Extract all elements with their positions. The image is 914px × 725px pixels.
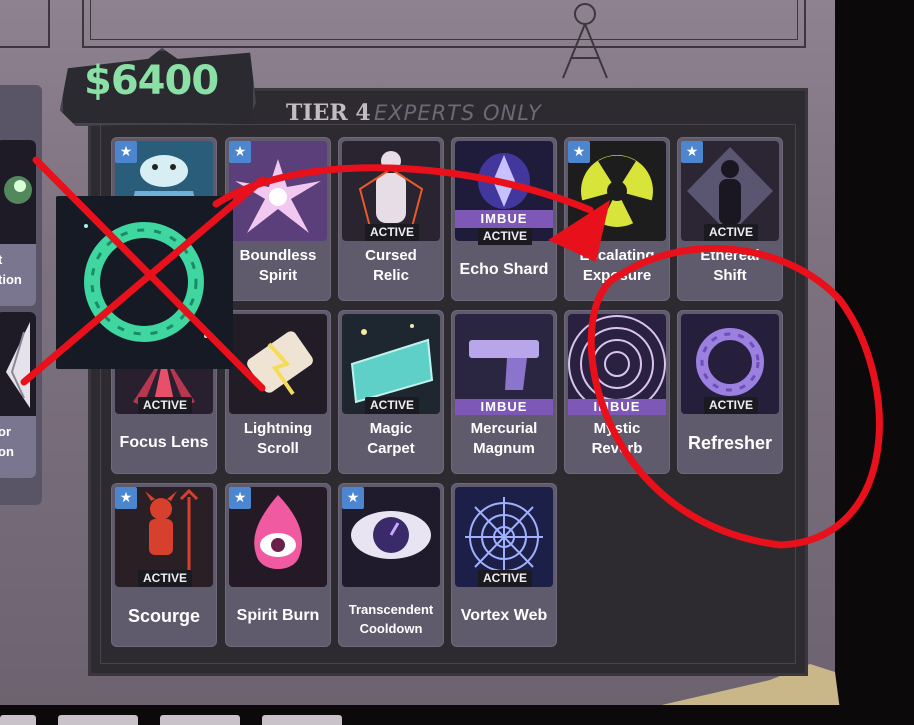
star-icon: ★ xyxy=(229,487,251,509)
crossed-out-ouroboros-image xyxy=(56,196,233,369)
corner-frame xyxy=(0,0,50,48)
price-value: $6400 xyxy=(84,58,219,104)
item-card-magic-carpet[interactable]: ACTIVE Magic Carpet xyxy=(338,310,444,474)
item-card-lightning-scroll[interactable]: Lightning Scroll xyxy=(225,310,331,474)
bottom-tab[interactable] xyxy=(58,715,138,725)
item-name: Echo Shard xyxy=(459,261,549,278)
item-name-line1: Transcendent xyxy=(348,602,434,617)
star-icon: ★ xyxy=(681,141,703,163)
item-name-line1: Lightning xyxy=(243,420,313,437)
item-card-refresher[interactable]: ACTIVE Refresher xyxy=(677,310,783,474)
item-name-line2: Magnum xyxy=(473,440,535,457)
item-card-transcendent-cooldown[interactable]: ★ Transcendent Cooldown xyxy=(338,483,444,647)
item-card-mystic-reverb[interactable]: IMBUE Mystic Reverb xyxy=(564,310,670,474)
left-card-2-line1: or xyxy=(0,424,11,439)
item-card-scourge[interactable]: ★ ACTIVE Scourge xyxy=(111,483,217,647)
item-name-line1: Mystic xyxy=(593,420,641,437)
item-card-escalating-exposure[interactable]: ★ Escalating Exposure xyxy=(564,137,670,301)
item-name-line1: Ethereal xyxy=(700,247,760,264)
item-card-boundless-spirit[interactable]: ★ Boundless Spirit xyxy=(225,137,331,301)
compass-icon xyxy=(562,3,608,79)
item-card-vortex-web[interactable]: ACTIVE Vortex Web xyxy=(451,483,557,647)
item-card-mercurial-magnum[interactable]: IMBUE Mercurial Magnum xyxy=(451,310,557,474)
item-name: Vortex Web xyxy=(460,607,548,624)
active-tag: ACTIVE xyxy=(365,224,419,241)
active-tag: ACTIVE xyxy=(138,397,192,414)
item-name: Refresher xyxy=(687,433,773,453)
tier-subtitle: EXPERTS ONLY xyxy=(374,101,542,125)
item-name-line1: Mercurial xyxy=(470,420,538,437)
active-tag: ACTIVE xyxy=(138,570,192,587)
active-tag: ACTIVE xyxy=(365,397,419,414)
bottom-tab[interactable] xyxy=(160,715,240,725)
active-tag: ACTIVE xyxy=(478,570,532,587)
imbue-tag: IMBUE xyxy=(568,399,666,415)
white-wing-icon xyxy=(0,312,36,416)
item-name: Spirit Burn xyxy=(236,607,320,624)
item-name-line2: Cooldown xyxy=(359,621,423,636)
item-name-line1: Cursed xyxy=(365,247,417,264)
item-name: Focus Lens xyxy=(119,434,209,451)
left-partial-card-2[interactable]: or on xyxy=(0,312,36,478)
active-tag: ACTIVE xyxy=(704,224,758,241)
active-tag: ACTIVE xyxy=(704,397,758,414)
star-icon: ★ xyxy=(229,141,251,163)
left-card-1-line2: tion xyxy=(0,272,22,287)
item-name-line1: Escalating xyxy=(579,247,655,264)
item-name: Scourge xyxy=(127,606,201,626)
star-icon: ★ xyxy=(568,141,590,163)
star-icon: ★ xyxy=(342,487,364,509)
item-card-echo-shard[interactable]: IMBUE ACTIVE Echo Shard xyxy=(451,137,557,301)
item-name-line1: Boundless xyxy=(239,247,317,264)
item-name-line2: Scroll xyxy=(257,440,299,457)
item-card-ethereal-shift[interactable]: ★ ACTIVE Ethereal Shift xyxy=(677,137,783,301)
left-partial-card-1[interactable]: t tion xyxy=(0,140,36,306)
item-card-cursed-relic[interactable]: ACTIVE Cursed Relic xyxy=(338,137,444,301)
tier-title: TIER 4 xyxy=(286,100,371,126)
active-tag: ACTIVE xyxy=(478,228,532,245)
ouroboros-green-icon xyxy=(84,222,208,342)
top-frame-inner xyxy=(90,0,798,40)
green-spark-icon xyxy=(0,140,36,244)
lightning-scroll-icon xyxy=(229,314,327,414)
item-name-line2: Carpet xyxy=(367,440,415,457)
item-name-line2: Reverb xyxy=(591,440,643,457)
item-name-line2: Spirit xyxy=(258,267,298,284)
item-name-line2: Shift xyxy=(713,267,747,284)
star-icon: ★ xyxy=(115,487,137,509)
imbue-tag: IMBUE xyxy=(455,210,553,228)
star-icon: ★ xyxy=(115,141,137,163)
item-name-line1: Magic xyxy=(369,420,413,437)
bottom-tab[interactable] xyxy=(0,715,36,725)
item-name-line2: Relic xyxy=(373,267,409,284)
item-name-line2: Exposure xyxy=(582,267,652,284)
item-card-spirit-burn[interactable]: ★ Spirit Burn xyxy=(225,483,331,647)
imbue-tag: IMBUE xyxy=(455,399,553,415)
left-card-2-line2: on xyxy=(0,444,14,459)
left-card-1-line1: t xyxy=(0,252,3,267)
bottom-tab[interactable] xyxy=(262,715,342,725)
